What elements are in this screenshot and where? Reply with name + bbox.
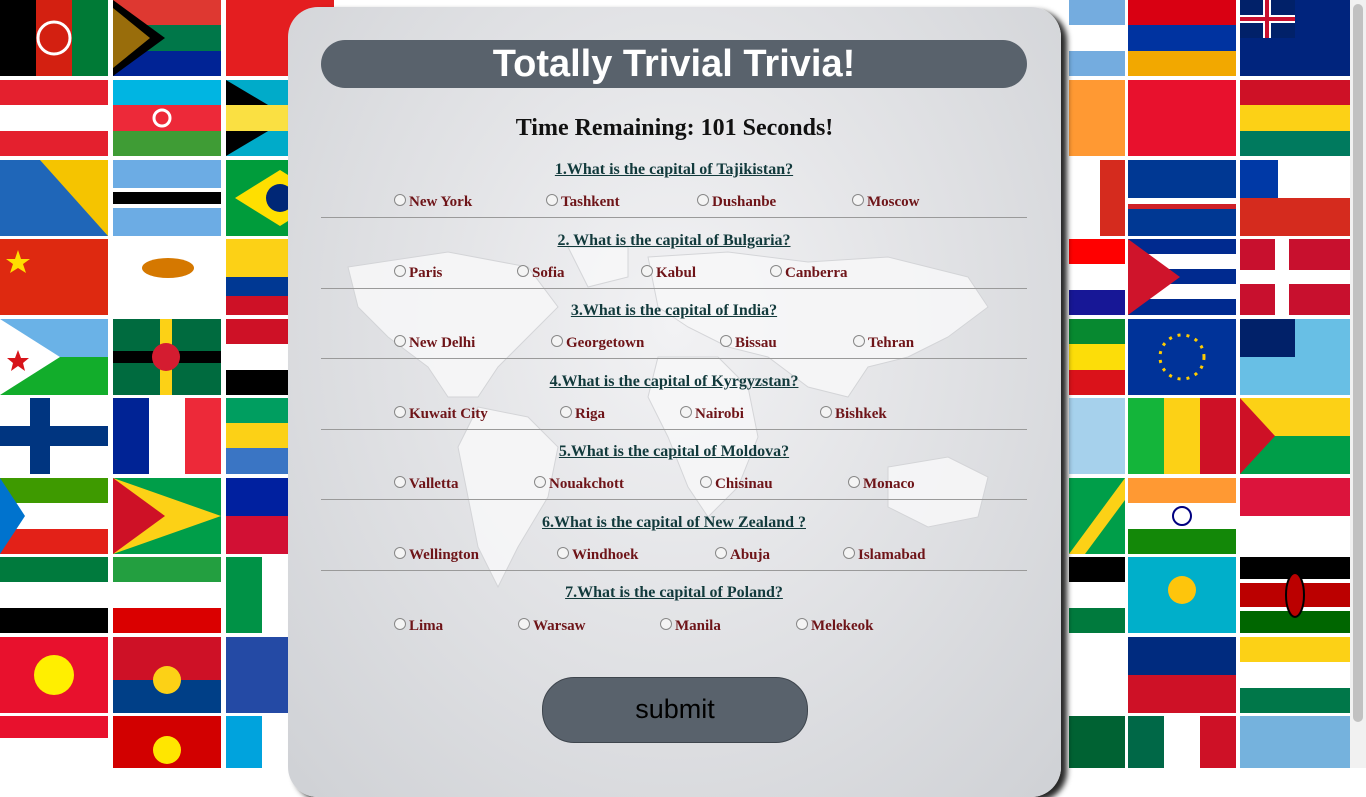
radio-button[interactable] [394,264,406,277]
answer-option[interactable]: Georgetown [551,334,644,352]
answer-option[interactable]: Nouakchott [534,475,624,493]
radio-button[interactable] [394,334,406,347]
page-title: Totally Trivial Trivia! [321,40,1027,88]
answer-option[interactable]: Manila [660,617,721,635]
radio-button[interactable] [796,617,808,630]
radio-button[interactable] [852,193,864,206]
answer-option[interactable]: New York [394,193,472,211]
answer-option[interactable]: Valletta [394,475,458,493]
radio-button[interactable] [551,334,563,347]
scrollbar-thumb[interactable] [1353,4,1363,722]
radio-button[interactable] [843,546,855,559]
question-text: 4.What is the capital of Kyrgyzstan? [549,373,799,390]
answer-option[interactable]: Abuja [715,546,770,564]
answer-option[interactable]: Wellington [394,546,479,564]
answer-option[interactable]: Warsaw [518,617,586,635]
radio-button[interactable] [853,334,865,347]
answer-option[interactable]: Kabul [641,264,696,282]
radio-button[interactable] [697,193,709,206]
question-text: 6.What is the capital of New Zealand ? [542,514,806,531]
time-remaining-text: Time Remaining: 101 Seconds! [515,115,834,141]
divider [321,288,1027,289]
radio-button[interactable] [394,193,406,206]
divider [321,570,1027,571]
answer-option[interactable]: Riga [560,405,605,423]
question-text: 1.What is the capital of Tajikistan? [554,161,794,178]
radio-button[interactable] [394,405,406,418]
radio-button[interactable] [518,617,530,630]
divider [321,499,1027,500]
quiz-card: Totally Trivial Trivia! Time Remaining: … [288,7,1061,797]
radio-button[interactable] [770,264,782,277]
radio-button[interactable] [546,193,558,206]
question-text: 2. What is the capital of Bulgaria? [557,232,791,249]
radio-button[interactable] [715,546,727,559]
radio-button[interactable] [641,264,653,277]
radio-button[interactable] [820,405,832,418]
answer-option[interactable]: Paris [394,264,442,282]
radio-button[interactable] [848,475,860,488]
divider [321,429,1027,430]
answer-option[interactable]: Dushanbe [697,193,776,211]
answer-option[interactable]: Islamabad [843,546,926,564]
answer-option[interactable]: Bissau [720,334,777,352]
radio-button[interactable] [660,617,672,630]
answer-option[interactable]: Canberra [770,264,848,282]
page-scrollbar[interactable] [1350,0,1366,768]
answer-option[interactable]: Bishkek [820,405,887,423]
answer-option[interactable]: Sofia [517,264,565,282]
answer-option[interactable]: Tehran [853,334,914,352]
answer-option[interactable]: Moscow [852,193,920,211]
radio-button[interactable] [557,546,569,559]
answer-option[interactable]: Chisinau [700,475,773,493]
radio-button[interactable] [534,475,546,488]
answer-option[interactable]: Monaco [848,475,915,493]
question-text: 5.What is the capital of Moldova? [558,443,790,460]
radio-button[interactable] [517,264,529,277]
submit-button[interactable]: submit [542,677,808,743]
answer-option[interactable]: Lima [394,617,443,635]
radio-button[interactable] [680,405,692,418]
answer-option[interactable]: Tashkent [546,193,620,211]
radio-button[interactable] [560,405,572,418]
answer-option[interactable]: Nairobi [680,405,744,423]
radio-button[interactable] [394,475,406,488]
answer-option[interactable]: Kuwait City [394,405,488,423]
question-text: 7.What is the capital of Poland? [565,584,783,601]
radio-button[interactable] [394,617,406,630]
radio-button[interactable] [700,475,712,488]
radio-button[interactable] [720,334,732,347]
divider [321,358,1027,359]
question-text: 3.What is the capital of India? [570,302,778,319]
answer-option[interactable]: Windhoek [557,546,638,564]
answer-option[interactable]: New Delhi [394,334,475,352]
divider [321,217,1027,218]
radio-button[interactable] [394,546,406,559]
answer-option[interactable]: Melekeok [796,617,873,635]
